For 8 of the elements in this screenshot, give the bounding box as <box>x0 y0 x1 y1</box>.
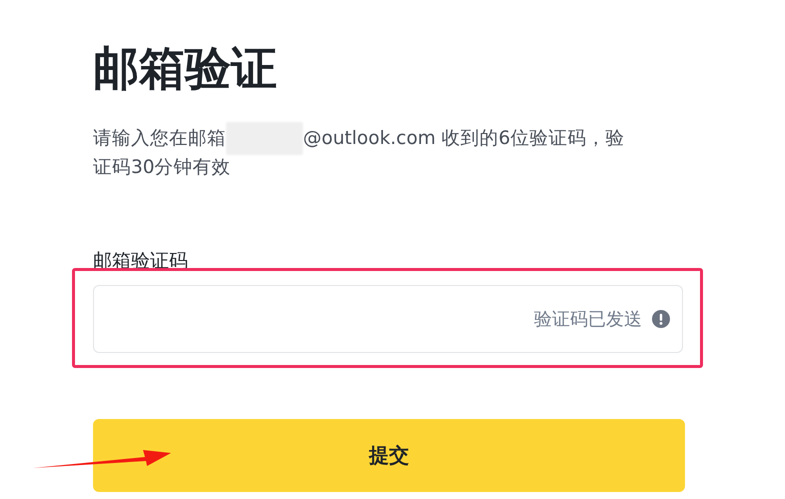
status-text: 验证码已发送 <box>534 308 642 331</box>
alert-icon <box>652 310 670 328</box>
instruction-text: @outlook.com 收到的6位验证码，验 <box>303 127 624 151</box>
instruction-text: 请输入您在邮箱 <box>93 127 226 151</box>
instruction-text: 证码30分钟有效 <box>93 156 231 180</box>
input-field[interactable]: 验证码已发送 <box>93 285 683 353</box>
page-title: 邮箱验证 <box>93 40 277 97</box>
submit-button[interactable]: 提交 <box>93 419 685 492</box>
